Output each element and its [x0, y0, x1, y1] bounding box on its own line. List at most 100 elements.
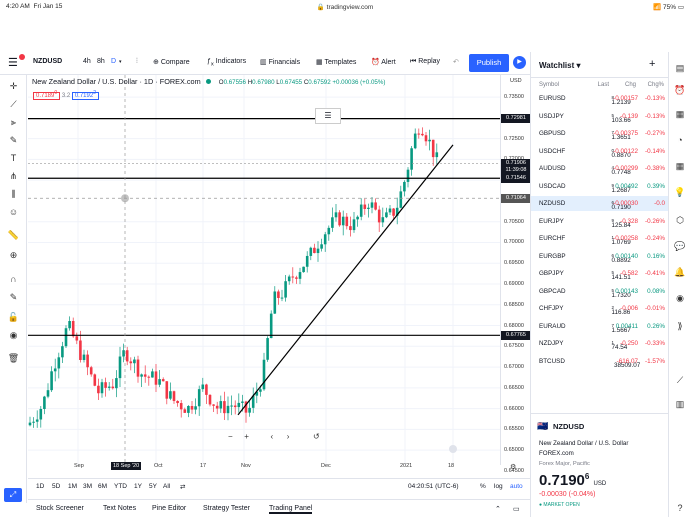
collapse-panel-icon[interactable]: ⌃ [495, 505, 501, 513]
watchlist-row[interactable]: EURGBP 0.8892 6 0.00140 0.16% [531, 249, 669, 264]
lock-icon[interactable]: 🔓 [7, 312, 20, 323]
replay-button[interactable]: ⏮ Replay [410, 58, 440, 66]
undo-icon[interactable]: ↶ [453, 58, 459, 66]
streams-icon[interactable]: ⬡ [674, 214, 686, 226]
watchlist-title[interactable]: Watchlist ▾ [539, 61, 581, 70]
auto-toggle[interactable]: auto [510, 483, 523, 490]
reset-icon[interactable]: ↺ [313, 432, 327, 441]
scroll-left-icon[interactable]: ‹ [270, 432, 284, 441]
symbol-search[interactable]: NZDUSD [33, 58, 62, 65]
fib-icon[interactable]: ⫸ [7, 117, 20, 128]
data-window-icon[interactable]: ▦ [674, 108, 686, 120]
bid-price[interactable]: 0.71890 [33, 90, 61, 100]
clock[interactable]: 04:20:51 (UTC-6) [408, 483, 459, 490]
trash-icon[interactable]: 🗑 [7, 353, 20, 364]
time-axis[interactable]: Sep 18 Sep '20 Oct 17 Nov Dec 2021 18 ⚙ [28, 462, 516, 474]
tab-pine-editor[interactable]: Pine Editor [152, 505, 186, 512]
range-1y[interactable]: 1Y [134, 483, 142, 490]
prediction-icon[interactable]: ⫼ [7, 189, 20, 200]
trend-icon[interactable]: ⟋ [674, 374, 686, 386]
candle-type-icon[interactable]: ⫶ [136, 58, 138, 66]
zoom-icon[interactable]: ⊕ [7, 250, 20, 261]
watchlist-row[interactable]: EURJPY 125.84 9 -0.328 -0.26% [531, 214, 669, 229]
range-3m[interactable]: 3M [83, 483, 92, 490]
ruler-icon[interactable]: 📏 [7, 230, 20, 241]
chevron-down-icon[interactable]: ▾ [119, 59, 122, 65]
settings-icon[interactable]: ⚙ [510, 463, 516, 471]
watchlist-row[interactable]: AUDUSD 0.7748 4 -0.00299 -0.38% [531, 161, 669, 176]
range-1m[interactable]: 1M [68, 483, 77, 490]
chart-canvas[interactable]: New Zealand Dollar / U.S. Dollar · 1D · … [28, 75, 500, 465]
url-bar[interactable]: 🔒 tradingview.com [0, 3, 690, 11]
smiley-icon[interactable]: ☺ [7, 207, 20, 218]
play-icon[interactable]: ▶ [513, 56, 526, 69]
price-axis[interactable]: USD 0.735000.725000.720000.715000.705000… [500, 75, 531, 474]
zoom-in-icon[interactable]: + [244, 432, 268, 441]
dom-icon[interactable]: ▥ [674, 398, 686, 410]
watchlist-row[interactable]: EURCHF 1.0769 1 -0.00258 -0.24% [531, 231, 669, 246]
range-ytd[interactable]: YTD [114, 483, 127, 490]
tab-trading-panel[interactable]: Trading Panel [269, 505, 313, 514]
watchlist-icon[interactable]: ▤ [674, 62, 686, 74]
templates-button[interactable]: ▦ Templates [316, 58, 356, 66]
ideas-icon[interactable]: 💡 [674, 186, 686, 198]
order-panel-icon[interactable]: ⟫ [674, 320, 686, 332]
help-icon[interactable]: ? [674, 502, 686, 514]
watchlist-row[interactable]: USDJPY 103.66 5 -0.139 -0.13% [531, 109, 669, 124]
range-6m[interactable]: 6M [98, 483, 107, 490]
tag-line-mid[interactable]: 0.71546 [501, 173, 531, 183]
date-range-icon[interactable]: ⇄ [180, 483, 185, 491]
crosshair-icon[interactable]: ✛ [7, 81, 20, 92]
tag-crosshair-price[interactable]: 0.71064 [501, 193, 531, 203]
watchlist-row[interactable]: NZDJPY 74.54 1 -0.250 -0.33% [531, 336, 669, 351]
watchlist-row[interactable]: BTCUSD 38509.07 -616.07 -1.57% [531, 354, 669, 369]
compare-button[interactable]: ⊕ Compare [153, 58, 190, 66]
notifications-icon[interactable]: 🔔 [674, 266, 686, 278]
indicators-button[interactable]: ƒx Indicators [207, 58, 246, 67]
text-icon[interactable]: T [7, 153, 20, 164]
tab-text-notes[interactable]: Text Notes [103, 505, 136, 512]
calendar-icon[interactable]: ▦ [674, 160, 686, 172]
interval-d[interactable]: D [111, 58, 116, 65]
maximize-panel-icon[interactable]: ▭ [513, 505, 520, 513]
add-symbol-icon[interactable]: + [649, 58, 655, 70]
range-1d[interactable]: 1D [36, 483, 44, 490]
scroll-right-icon[interactable]: › [287, 432, 311, 441]
lock-drawings-icon[interactable]: ✎ [7, 292, 20, 303]
range-5y[interactable]: 5Y [149, 483, 157, 490]
financials-button[interactable]: ▥ Financials [260, 58, 300, 66]
expand-icon[interactable]: ⤢ [4, 488, 22, 502]
watchlist-row[interactable]: USDCAD 1.2687 9 0.00492 0.39% [531, 179, 669, 194]
watchlist-row[interactable]: EURAUD 1.5667 7 0.00411 0.26% [531, 319, 669, 334]
watchlist-row[interactable]: GBPCAD 1.7320 5 0.00143 0.08% [531, 284, 669, 299]
eye-icon[interactable]: ◉ [7, 330, 20, 341]
watchlist-row[interactable]: USDCHF 0.8870 0 -0.00122 -0.14% [531, 144, 669, 159]
watchlist-row[interactable]: GBPJPY 141.51 5 -0.582 -0.41% [531, 266, 669, 281]
bid-ask-box[interactable]: 0.71890 3.2 0.71922 [33, 90, 99, 100]
ask-price[interactable]: 0.71922 [71, 90, 99, 100]
hotlists-icon[interactable]: ◔ [674, 134, 686, 146]
alerts-icon[interactable]: ⏰ [674, 84, 686, 96]
broadcast-icon[interactable]: ◉ [674, 292, 686, 304]
tag-line-top[interactable]: 0.72981 [501, 114, 531, 124]
brush-icon[interactable]: ✎ [7, 135, 20, 146]
tab-strategy-tester[interactable]: Strategy Tester [203, 505, 250, 512]
chats-icon[interactable]: 💬 [674, 240, 686, 252]
zoom-out-icon[interactable]: − [228, 432, 242, 441]
percent-toggle[interactable]: % [480, 483, 486, 490]
log-toggle[interactable]: log [494, 483, 503, 490]
pattern-icon[interactable]: ⋔ [7, 171, 20, 182]
watchlist-row[interactable]: GBPUSD 1.3651 7 -0.00375 -0.27% [531, 126, 669, 141]
tab-stock-screener[interactable]: Stock Screener [36, 505, 84, 512]
currency-label[interactable]: USD [510, 78, 522, 84]
range-5d[interactable]: 5D [52, 483, 60, 490]
publish-button[interactable]: Publish [469, 54, 509, 72]
watchlist-row[interactable]: EURUSD 1.2139 8 -0.00157 -0.13% [531, 91, 669, 106]
menu-icon[interactable]: ☰ [8, 56, 18, 69]
tag-line-bottom[interactable]: 0.67765 [501, 330, 531, 340]
range-all[interactable]: All [163, 483, 170, 490]
interval-8h[interactable]: 8h [97, 58, 105, 65]
watchlist-row[interactable]: CHFJPY 116.86 2 -0.006 -0.01% [531, 301, 669, 316]
trend-line-icon[interactable]: ⟋ [7, 99, 20, 110]
watchlist-row[interactable]: NZDUSD 0.7190 6 -0.00030 -0.0 [531, 196, 669, 211]
